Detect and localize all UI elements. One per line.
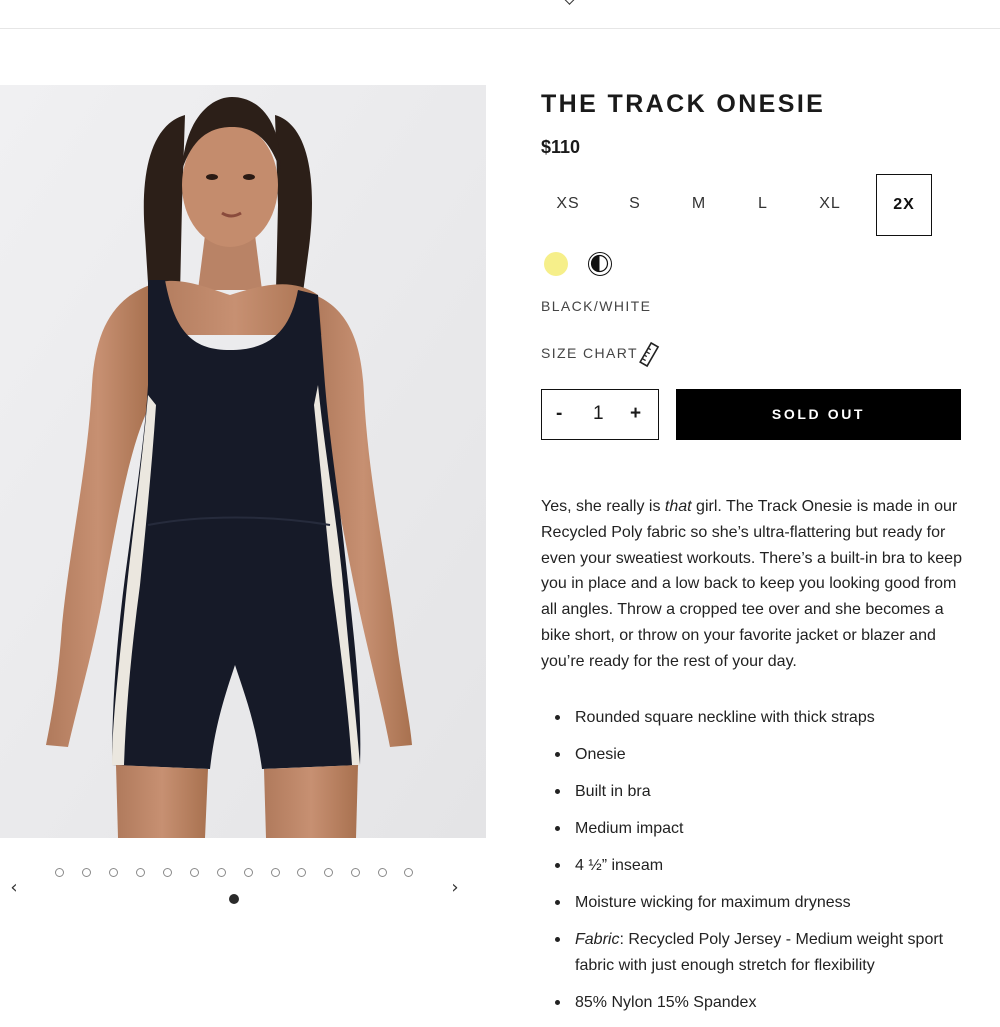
list-item: Medium impact [555,816,975,842]
size-option-xs[interactable]: XS [540,174,596,236]
gallery-dot[interactable] [404,868,413,877]
feature-list: Rounded square neckline with thick strap… [555,705,975,1027]
fabric-label: Fabric [575,930,620,948]
size-option-2x[interactable]: 2X [876,174,932,236]
gallery-dot[interactable] [324,868,333,877]
size-option-l[interactable]: L [735,174,791,236]
gallery-dot[interactable] [297,868,306,877]
gallery-dot[interactable] [82,868,91,877]
product-description: Yes, she really is that girl. The Track … [541,494,966,675]
list-item: Rounded square neckline with thick strap… [555,705,975,731]
top-nav-bar [0,0,1000,29]
chevron-left-icon[interactable]: ‹ [5,879,23,897]
gallery-pagination [0,866,486,882]
gallery-dot[interactable] [244,868,253,877]
list-item: Moisture wicking for maximum dryness [555,890,975,916]
selected-color-label: BLACK/WHITE [541,298,652,314]
description-emphasis: that [664,498,692,515]
description-intro: Yes, she really is [541,498,665,515]
gallery-dot[interactable] [351,868,360,877]
gallery-dot[interactable] [136,868,145,877]
list-item: Built in bra [555,779,975,805]
product-image[interactable] [0,85,486,838]
size-option-s[interactable]: S [607,174,663,236]
chevron-right-icon[interactable]: › [446,879,464,897]
size-chart-link[interactable]: SIZE CHART [541,345,638,361]
size-option-xl[interactable]: XL [802,174,858,236]
gallery-active-dot [229,894,239,904]
color-swatch-black-white[interactable] [588,252,612,276]
model-photo [0,85,486,838]
color-swatch-yellow[interactable] [544,252,568,276]
increase-quantity-button[interactable]: + [630,403,641,425]
fabric-text: : Recycled Poly Jersey - Medium weight s… [575,930,944,974]
list-item: Fabric: Recycled Poly Jersey - Medium we… [555,927,975,979]
gallery-dot[interactable] [190,868,199,877]
gallery-dot[interactable] [378,868,387,877]
gallery-dot[interactable] [163,868,172,877]
description-body: girl. The Track Onesie is made in our Re… [541,498,962,670]
black-white-swatch-icon [590,254,609,273]
chevron-down-icon[interactable] [563,0,576,5]
gallery-dot[interactable] [217,868,226,877]
list-item: 85% Nylon 15% Spandex [555,990,975,1016]
size-option-m[interactable]: M [671,174,727,236]
decrease-quantity-button[interactable]: - [556,403,562,425]
gallery-dot[interactable] [55,868,64,877]
gallery-dot[interactable] [109,868,118,877]
product-title: THE TRACK ONESIE [541,90,826,118]
sold-out-button[interactable]: SOLD OUT [676,389,961,440]
ruler-icon[interactable] [637,341,663,369]
gallery-dot[interactable] [271,868,280,877]
quantity-value[interactable]: 1 [593,403,604,425]
list-item: Onesie [555,742,975,768]
list-item: 4 ½” inseam [555,853,975,879]
product-price: $110 [541,137,581,157]
quantity-stepper: - 1 + [541,389,659,440]
